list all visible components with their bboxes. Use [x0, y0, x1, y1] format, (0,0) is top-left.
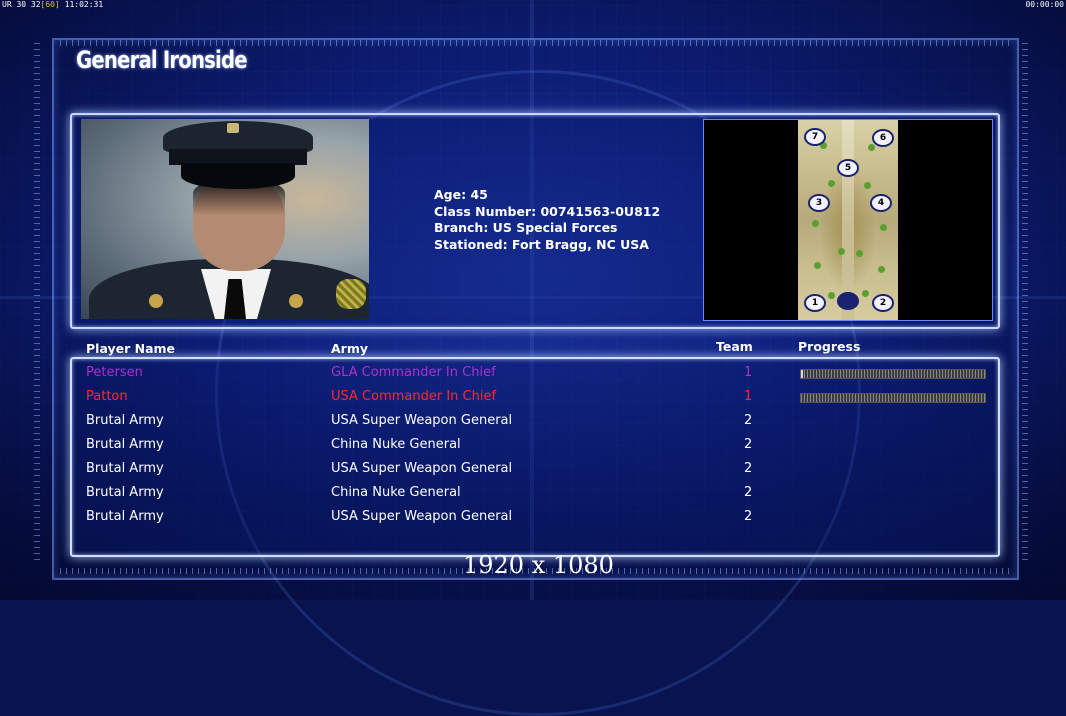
header-army: Army	[331, 341, 369, 356]
player-name: Brutal Army	[86, 485, 164, 500]
table-row: Patton USA Commander In Chief 1	[0, 389, 1066, 413]
player-name: Petersen	[86, 365, 143, 380]
fps-limit: [60]	[40, 0, 60, 9]
table-row: Brutal Army China Nuke General 2	[0, 437, 1066, 461]
player-army: USA Super Weapon General	[331, 461, 513, 476]
start-slot-5[interactable]: 5	[837, 159, 859, 177]
player-army: GLA Commander In Chief	[331, 365, 496, 380]
header-team: Team	[716, 339, 753, 354]
header-progress: Progress	[798, 339, 861, 354]
start-slot-3[interactable]: 3	[808, 194, 830, 212]
general-info: Age: 45 Class Number: 00741563-0U812 Bra…	[434, 187, 660, 253]
table-row: Brutal Army China Nuke General 2	[0, 485, 1066, 509]
loading-progress-bar	[800, 369, 986, 379]
clock: 11:02:31	[64, 0, 104, 9]
info-stationed: Stationed: Fort Bragg, NC USA	[434, 236, 649, 252]
loading-progress-fill	[801, 370, 803, 378]
info-branch: Branch: US Special Forces	[434, 220, 618, 235]
player-team: 2	[744, 485, 753, 500]
game-timer: 00:00:00	[1025, 0, 1064, 9]
start-slot-4[interactable]: 4	[870, 194, 892, 212]
map-preview: 7 6 5 3 4 1 2	[703, 119, 993, 321]
player-name: Patton	[86, 389, 128, 404]
start-slot-7[interactable]: 7	[804, 128, 826, 146]
general-portrait	[81, 119, 369, 319]
table-row: Brutal Army USA Super Weapon General 2	[0, 413, 1066, 437]
player-army: USA Super Weapon General	[331, 509, 513, 524]
player-team: 2	[744, 509, 753, 524]
start-slot-2[interactable]: 2	[872, 294, 894, 312]
map-image: 7 6 5 3 4 1 2	[798, 120, 898, 320]
player-army: USA Commander In Chief	[331, 389, 497, 404]
table-row: Brutal Army USA Super Weapon General 2	[0, 509, 1066, 533]
player-name: Brutal Army	[86, 461, 164, 476]
player-team: 1	[744, 365, 753, 380]
info-age: Age: 45	[434, 187, 488, 202]
player-army: China Nuke General	[331, 485, 461, 500]
start-slot-empty[interactable]	[837, 292, 859, 310]
player-name: Brutal Army	[86, 437, 164, 452]
loading-progress-bar	[800, 393, 986, 403]
general-title: General Ironside	[76, 46, 248, 74]
player-army: China Nuke General	[331, 437, 461, 452]
player-team: 1	[744, 389, 753, 404]
player-team: 2	[744, 461, 753, 476]
header-player-name: Player Name	[86, 341, 176, 356]
player-name: Brutal Army	[86, 509, 164, 524]
player-team: 2	[744, 413, 753, 428]
resolution-label: 1920 x 1080	[463, 551, 614, 579]
info-class-number: Class Number: 00741563-0U812	[434, 203, 661, 219]
player-army: USA Super Weapon General	[331, 413, 513, 428]
table-row: Petersen GLA Commander In Chief 1	[0, 365, 1066, 389]
player-name: Brutal Army	[86, 413, 164, 428]
player-team: 2	[744, 437, 753, 452]
start-slot-6[interactable]: 6	[872, 129, 894, 147]
table-row: Brutal Army USA Super Weapon General 2	[0, 461, 1066, 485]
fps-counter: UR 30 32[60] 11:02:31	[2, 0, 103, 9]
fps-values: UR 30 32	[2, 0, 41, 9]
start-slot-1[interactable]: 1	[804, 294, 826, 312]
